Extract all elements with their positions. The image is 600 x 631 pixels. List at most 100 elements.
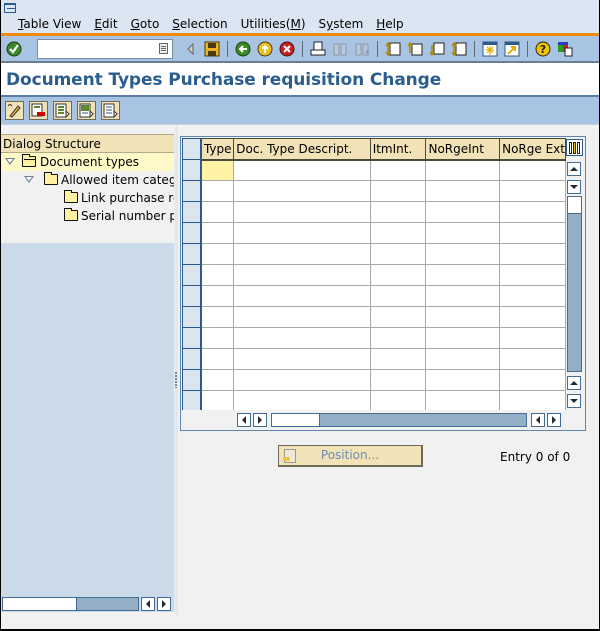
scroll-up-button[interactable] — [567, 376, 581, 390]
table-cell[interactable] — [499, 306, 566, 328]
table-cell[interactable] — [233, 285, 371, 307]
scroll-left-button[interactable] — [531, 413, 545, 427]
table-cell[interactable] — [370, 348, 427, 370]
scroll-left-button[interactable] — [141, 597, 155, 611]
table-cell[interactable] — [200, 243, 235, 265]
select-block-button[interactable] — [77, 101, 96, 120]
table-cell[interactable] — [233, 243, 371, 265]
column-header-number-range-internal[interactable]: NoRgeInt — [425, 138, 501, 161]
tree-node-link-purchase-req[interactable]: Link purchase rec — [1, 189, 174, 207]
table-cell[interactable] — [499, 348, 566, 370]
row-selector[interactable] — [182, 159, 202, 181]
table-cell[interactable] — [200, 390, 235, 410]
menu-help[interactable]: Help — [376, 17, 403, 31]
table-cell[interactable] — [200, 222, 235, 244]
table-cell[interactable] — [425, 348, 501, 370]
position-button[interactable]: Position... — [278, 445, 423, 467]
table-cell[interactable] — [370, 201, 427, 223]
scroll-track[interactable] — [567, 196, 582, 372]
table-horizontal-scrollbar[interactable] — [235, 413, 561, 427]
table-cell[interactable] — [425, 390, 501, 410]
scroll-page-up-button[interactable] — [567, 162, 581, 176]
table-cell[interactable] — [233, 327, 371, 349]
scroll-thumb[interactable] — [272, 414, 320, 426]
print-button[interactable] — [309, 40, 327, 58]
splitter-grip-icon[interactable] — [175, 372, 177, 388]
row-selector[interactable] — [182, 222, 202, 244]
table-cell[interactable] — [233, 180, 371, 202]
table-cell[interactable] — [233, 390, 371, 410]
table-cell[interactable] — [200, 201, 235, 223]
first-page-button[interactable] — [384, 40, 402, 58]
table-cell[interactable] — [200, 348, 235, 370]
expand-toggle-icon[interactable] — [24, 176, 34, 183]
command-history-icon[interactable] — [159, 42, 168, 54]
scroll-right-button[interactable] — [547, 413, 561, 427]
table-cell[interactable] — [233, 159, 371, 181]
table-cell[interactable] — [370, 390, 427, 410]
delete-button[interactable] — [29, 101, 48, 120]
next-page-button[interactable] — [428, 40, 446, 58]
row-selector[interactable] — [182, 243, 202, 265]
tree-node-serial-number-profile[interactable]: Serial number pro — [1, 207, 174, 225]
find-button[interactable] — [331, 40, 349, 58]
row-selector[interactable] — [182, 306, 202, 328]
command-input[interactable] — [38, 39, 156, 58]
display-change-button[interactable] — [5, 101, 24, 120]
row-selector[interactable] — [182, 390, 202, 410]
table-cell[interactable] — [425, 264, 501, 286]
table-cell[interactable] — [370, 306, 427, 328]
table-cell[interactable] — [499, 159, 566, 181]
table-cell[interactable] — [370, 159, 427, 181]
table-vertical-scrollbar[interactable] — [567, 160, 582, 408]
expand-toggle-icon[interactable] — [5, 158, 15, 165]
table-cell[interactable] — [233, 306, 371, 328]
menu-utilities[interactable]: Utilities(M) — [241, 17, 306, 31]
column-header-number-range-external[interactable]: NoRge Ext — [499, 138, 566, 161]
tree-node-allowed-item-categories[interactable]: Allowed item catego — [1, 171, 174, 189]
table-cell[interactable] — [233, 201, 371, 223]
row-selector[interactable] — [182, 264, 202, 286]
table-cell[interactable] — [233, 369, 371, 391]
table-cell[interactable] — [499, 243, 566, 265]
deselect-all-button[interactable] — [101, 101, 120, 120]
table-cell[interactable] — [425, 369, 501, 391]
table-cell[interactable] — [370, 180, 427, 202]
panel-splitter[interactable] — [175, 125, 178, 615]
scroll-first-column-button[interactable] — [237, 413, 251, 427]
table-cell[interactable] — [370, 264, 427, 286]
column-settings-button[interactable] — [566, 139, 583, 156]
menu-edit[interactable]: Edit — [94, 17, 117, 31]
table-cell[interactable] — [499, 285, 566, 307]
tree-node-document-types[interactable]: Document types — [1, 153, 174, 171]
table-cell[interactable] — [425, 243, 501, 265]
table-cell[interactable] — [425, 159, 501, 181]
scroll-down-button[interactable] — [567, 394, 581, 408]
scroll-thumb[interactable] — [3, 598, 77, 610]
scroll-right-button[interactable] — [157, 597, 171, 611]
scroll-page-down-button[interactable] — [567, 180, 581, 194]
create-session-button[interactable] — [481, 40, 499, 58]
scroll-track[interactable] — [2, 597, 139, 611]
table-cell[interactable] — [200, 159, 235, 181]
cancel-button[interactable] — [278, 40, 296, 58]
table-cell[interactable] — [370, 222, 427, 244]
menu-system[interactable]: System — [319, 17, 364, 31]
column-header-doc-type-description[interactable]: Doc. Type Descript. — [233, 138, 371, 161]
table-cell[interactable] — [425, 201, 501, 223]
row-selector[interactable] — [182, 327, 202, 349]
help-button[interactable]: ? — [534, 40, 552, 58]
table-cell[interactable] — [200, 306, 235, 328]
scroll-thumb[interactable] — [568, 197, 581, 214]
table-cell[interactable] — [200, 285, 235, 307]
column-header-type[interactable]: Type — [200, 138, 235, 161]
table-cell[interactable] — [200, 327, 235, 349]
table-cell[interactable] — [499, 180, 566, 202]
scroll-first-right-button[interactable] — [253, 413, 267, 427]
table-cell[interactable] — [233, 222, 371, 244]
select-all-rows-cell[interactable] — [182, 138, 202, 160]
table-cell[interactable] — [425, 285, 501, 307]
command-field[interactable] — [37, 38, 173, 59]
table-cell[interactable] — [370, 243, 427, 265]
tree-horizontal-scrollbar[interactable] — [1, 596, 174, 612]
